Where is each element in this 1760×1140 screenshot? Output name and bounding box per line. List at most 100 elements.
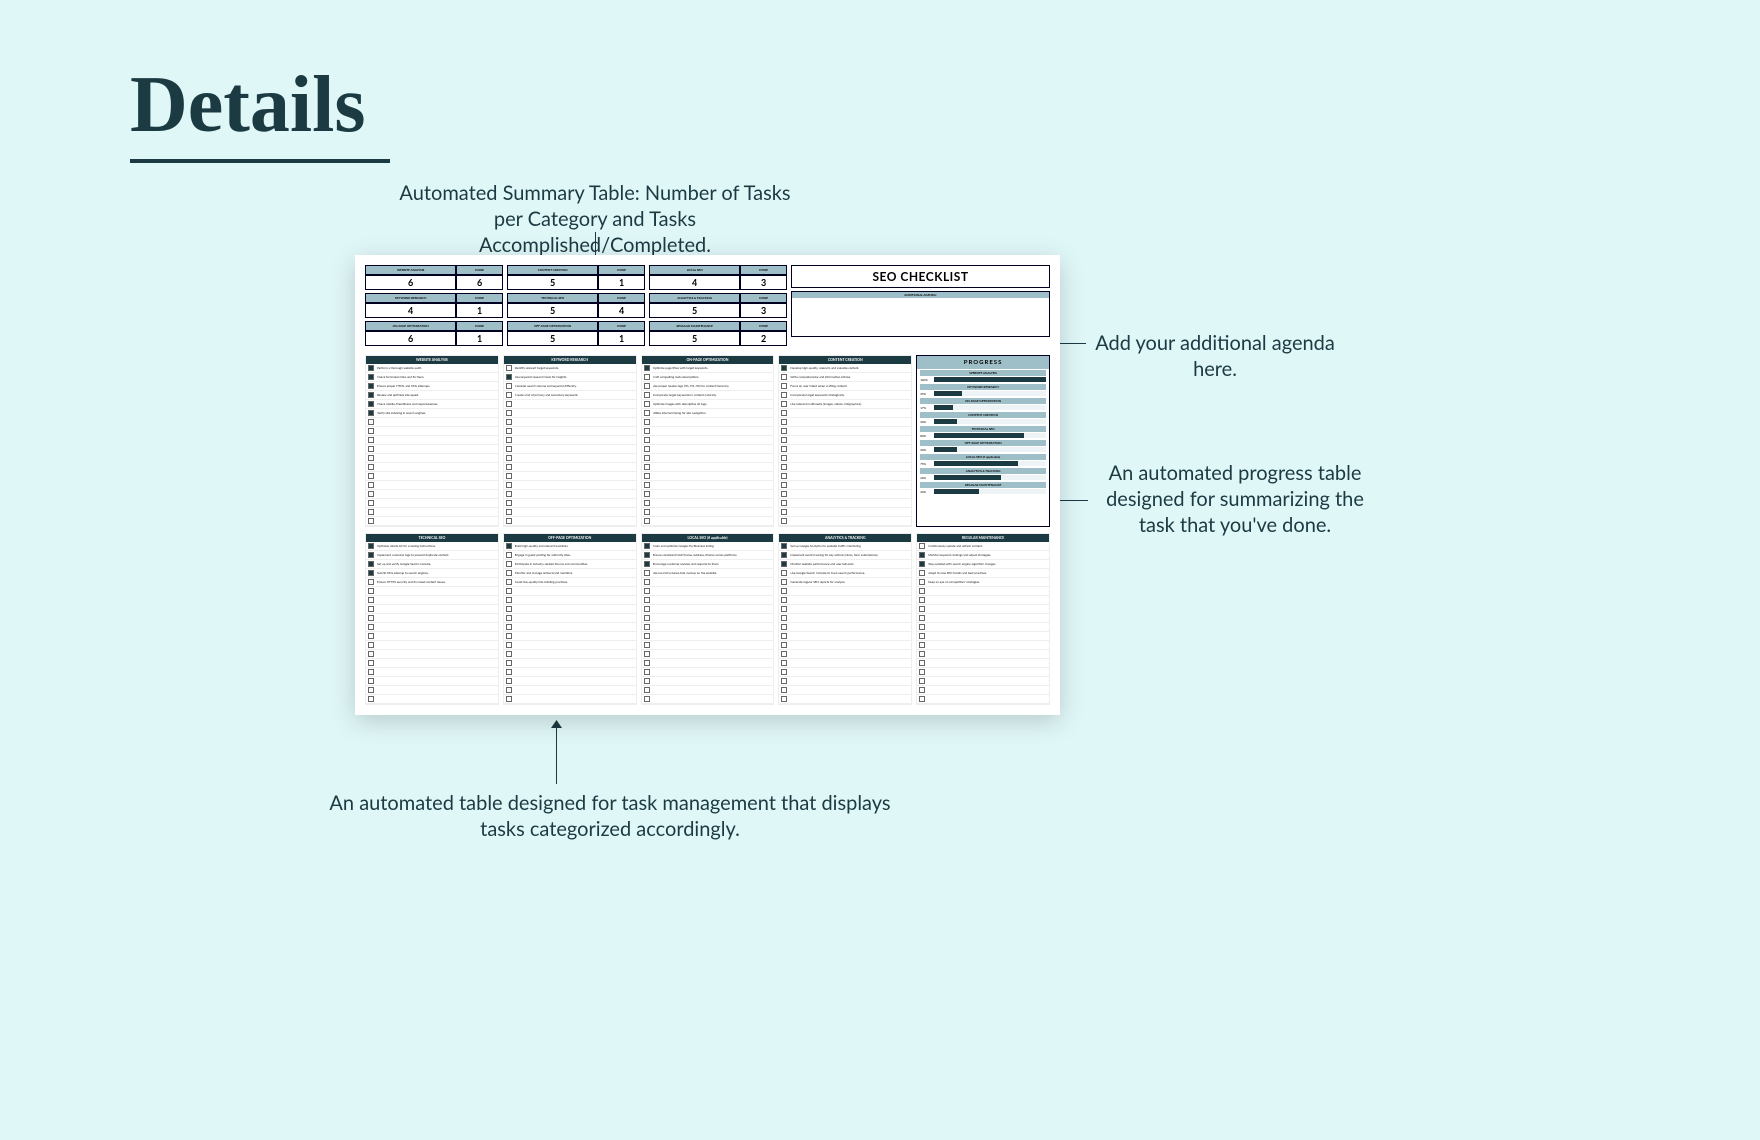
task-row[interactable]: Participate in industry-related forums a… xyxy=(504,560,636,569)
checkbox-icon[interactable] xyxy=(506,561,512,567)
checkbox-icon[interactable] xyxy=(781,597,787,603)
checkbox-icon[interactable] xyxy=(368,374,374,380)
task-row[interactable] xyxy=(642,427,774,436)
checkbox-icon[interactable] xyxy=(644,392,650,398)
task-row[interactable] xyxy=(504,427,636,436)
checkbox-icon[interactable] xyxy=(781,509,787,515)
checkbox-icon[interactable] xyxy=(368,624,374,630)
checkbox-icon[interactable] xyxy=(781,561,787,567)
checkbox-icon[interactable] xyxy=(781,543,787,549)
task-row[interactable] xyxy=(917,695,1049,704)
task-row[interactable]: Use local structured data markup on the … xyxy=(642,569,774,578)
checkbox-icon[interactable] xyxy=(644,437,650,443)
task-row[interactable] xyxy=(779,454,911,463)
checkbox-icon[interactable] xyxy=(781,464,787,470)
checkbox-icon[interactable] xyxy=(368,491,374,497)
task-row[interactable] xyxy=(642,641,774,650)
checkbox-icon[interactable] xyxy=(368,696,374,702)
checkbox-icon[interactable] xyxy=(644,597,650,603)
checkbox-icon[interactable] xyxy=(368,365,374,371)
checkbox-icon[interactable] xyxy=(781,518,787,524)
task-row[interactable] xyxy=(366,463,498,472)
checkbox-icon[interactable] xyxy=(781,428,787,434)
checkbox-icon[interactable] xyxy=(506,651,512,657)
task-row[interactable] xyxy=(917,677,1049,686)
checkbox-icon[interactable] xyxy=(506,491,512,497)
checkbox-icon[interactable] xyxy=(506,588,512,594)
checkbox-icon[interactable] xyxy=(644,561,650,567)
task-row[interactable] xyxy=(917,659,1049,668)
checkbox-icon[interactable] xyxy=(506,428,512,434)
checkbox-icon[interactable] xyxy=(368,543,374,549)
checkbox-icon[interactable] xyxy=(644,365,650,371)
task-row[interactable] xyxy=(642,587,774,596)
checkbox-icon[interactable] xyxy=(781,473,787,479)
checkbox-icon[interactable] xyxy=(368,446,374,452)
task-row[interactable] xyxy=(779,517,911,526)
checkbox-icon[interactable] xyxy=(644,669,650,675)
checkbox-icon[interactable] xyxy=(644,446,650,452)
checkbox-icon[interactable] xyxy=(506,392,512,398)
checkbox-icon[interactable] xyxy=(506,455,512,461)
checkbox-icon[interactable] xyxy=(506,687,512,693)
checkbox-icon[interactable] xyxy=(781,588,787,594)
task-row[interactable]: Craft compelling meta descriptions. xyxy=(642,373,774,382)
task-row[interactable] xyxy=(366,695,498,704)
task-row[interactable] xyxy=(642,650,774,659)
checkbox-icon[interactable] xyxy=(644,615,650,621)
checkbox-icon[interactable] xyxy=(644,642,650,648)
task-row[interactable] xyxy=(779,436,911,445)
task-row[interactable] xyxy=(504,463,636,472)
task-row[interactable] xyxy=(779,587,911,596)
task-row[interactable]: Set up Google Analytics for website traf… xyxy=(779,542,911,551)
checkbox-icon[interactable] xyxy=(919,552,925,558)
checkbox-icon[interactable] xyxy=(644,624,650,630)
checkbox-icon[interactable] xyxy=(644,374,650,380)
task-row[interactable]: Continuously update and refresh content. xyxy=(917,542,1049,551)
task-row[interactable] xyxy=(366,472,498,481)
task-row[interactable]: Utilize internal linking for site naviga… xyxy=(642,409,774,418)
checkbox-icon[interactable] xyxy=(368,500,374,506)
task-row[interactable]: Use proper header tags (H1, H2, H3) for … xyxy=(642,382,774,391)
checkbox-icon[interactable] xyxy=(781,365,787,371)
task-row[interactable] xyxy=(779,445,911,454)
task-row[interactable] xyxy=(642,623,774,632)
task-row[interactable] xyxy=(917,686,1049,695)
checkbox-icon[interactable] xyxy=(781,696,787,702)
checkbox-icon[interactable] xyxy=(919,624,925,630)
checkbox-icon[interactable] xyxy=(644,678,650,684)
checkbox-icon[interactable] xyxy=(781,446,787,452)
task-row[interactable]: Focus on user intent when crafting conte… xyxy=(779,382,911,391)
task-row[interactable]: Ensure HTTPS security and fix mixed cont… xyxy=(366,578,498,587)
task-row[interactable] xyxy=(642,454,774,463)
checkbox-icon[interactable] xyxy=(919,633,925,639)
checkbox-icon[interactable] xyxy=(919,543,925,549)
checkbox-icon[interactable] xyxy=(506,633,512,639)
task-row[interactable] xyxy=(917,632,1049,641)
checkbox-icon[interactable] xyxy=(506,579,512,585)
task-row[interactable] xyxy=(779,596,911,605)
task-row[interactable] xyxy=(779,686,911,695)
task-row[interactable]: Monitor website performance and user beh… xyxy=(779,560,911,569)
checkbox-icon[interactable] xyxy=(506,383,512,389)
checkbox-icon[interactable] xyxy=(919,579,925,585)
checkbox-icon[interactable] xyxy=(644,660,650,666)
task-row[interactable] xyxy=(366,623,498,632)
task-row[interactable] xyxy=(779,659,911,668)
task-row[interactable]: Perform a thorough website audit. xyxy=(366,364,498,373)
task-row[interactable] xyxy=(779,508,911,517)
checkbox-icon[interactable] xyxy=(506,509,512,515)
task-row[interactable]: Optimize page titles with target keyword… xyxy=(642,364,774,373)
checkbox-icon[interactable] xyxy=(506,696,512,702)
task-row[interactable]: Write comprehensive and informative arti… xyxy=(779,373,911,382)
task-row[interactable] xyxy=(504,587,636,596)
checkbox-icon[interactable] xyxy=(781,482,787,488)
task-row[interactable] xyxy=(642,668,774,677)
task-row[interactable] xyxy=(779,499,911,508)
checkbox-icon[interactable] xyxy=(781,401,787,407)
task-row[interactable]: Claim and optimize Google My Business li… xyxy=(642,542,774,551)
task-row[interactable] xyxy=(779,650,911,659)
task-row[interactable] xyxy=(642,490,774,499)
checkbox-icon[interactable] xyxy=(644,552,650,558)
task-row[interactable] xyxy=(642,578,774,587)
